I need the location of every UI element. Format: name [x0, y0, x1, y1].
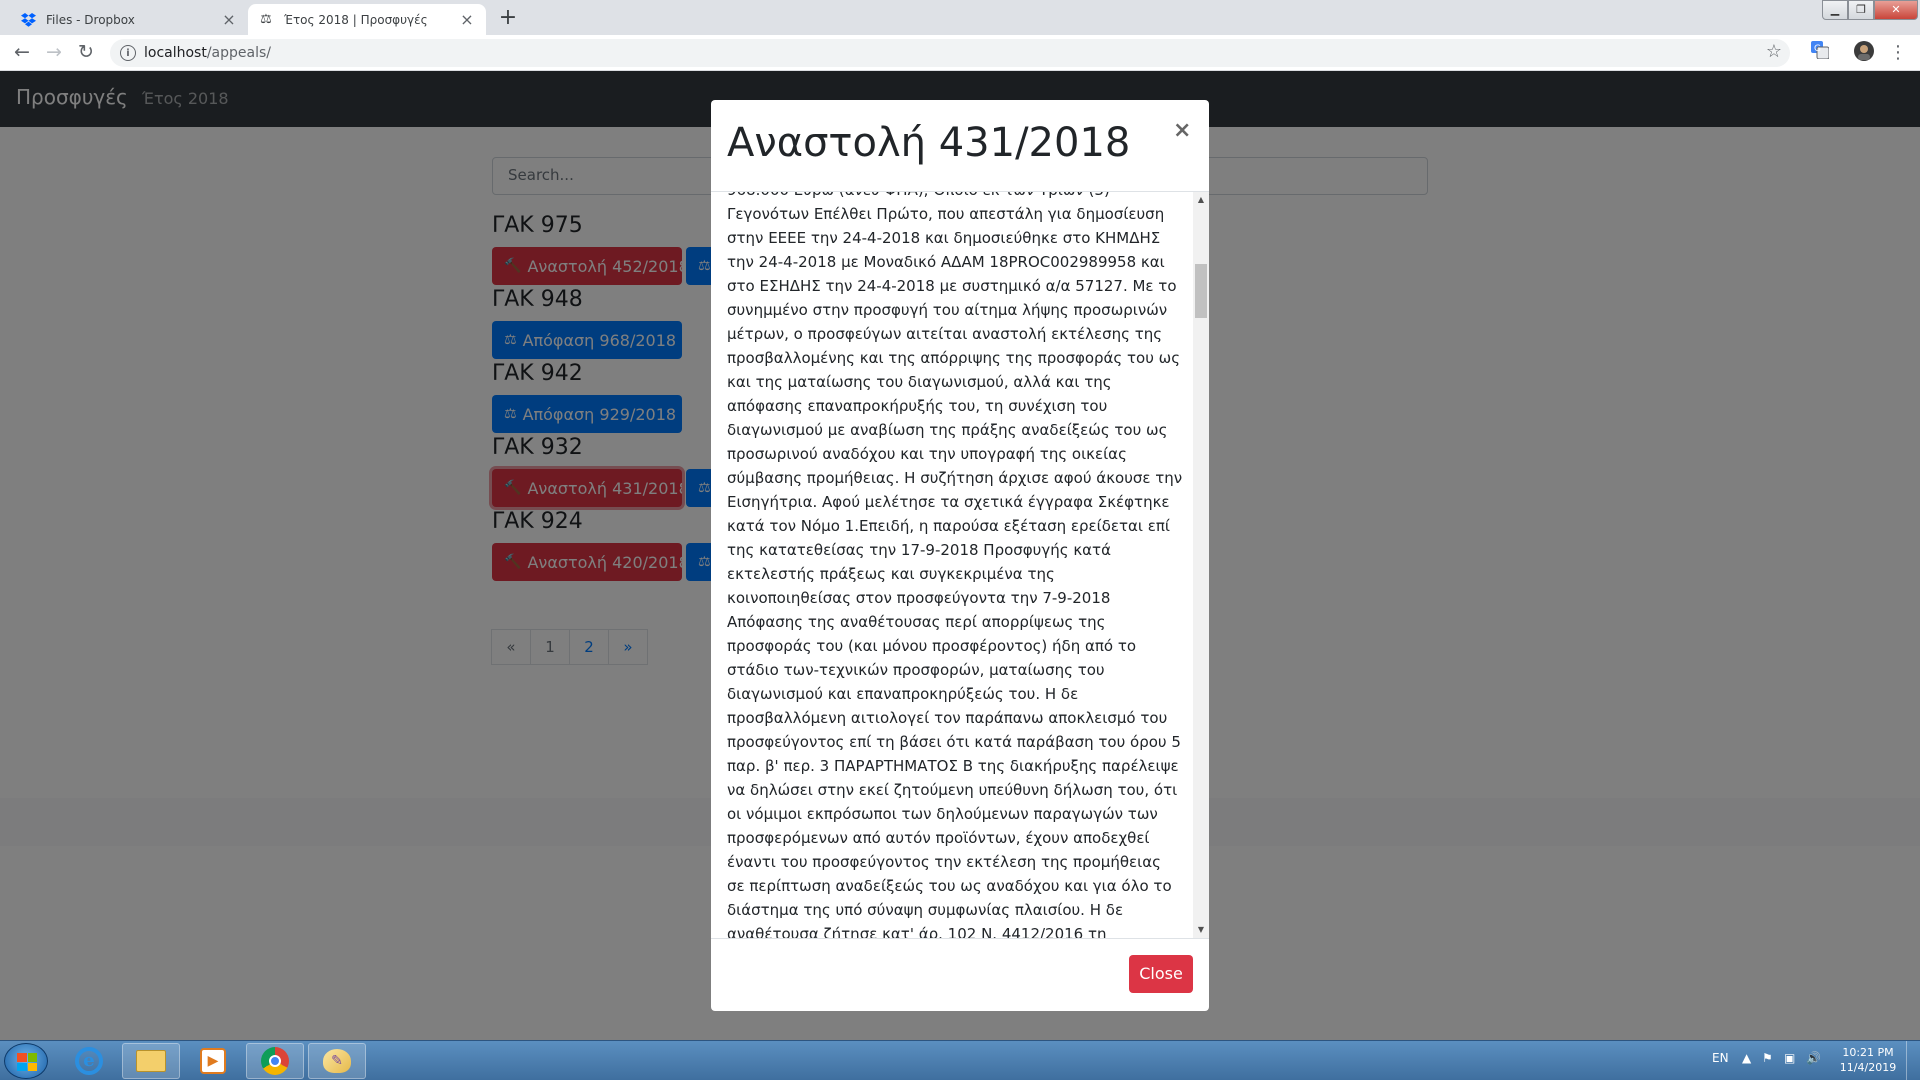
browser-toolbar: ← → ↻ i localhost/appeals/ ☆ G ⋮	[0, 35, 1920, 71]
page: Προσφυγές Έτος 2018 Search... ΓΑΚ 975 🔨Α…	[0, 71, 1920, 1040]
tab-title: Έτος 2018 | Προσφυγές	[284, 12, 428, 27]
close-button[interactable]: Close	[1129, 955, 1193, 993]
window-close-button[interactable]: ✕	[1874, 0, 1918, 20]
modal-close-icon[interactable]: ×	[1173, 118, 1191, 143]
clock-time: 10:21 PM	[1842, 1046, 1894, 1059]
clock-date: 11/4/2019	[1839, 1061, 1897, 1074]
start-button[interactable]	[4, 1043, 48, 1079]
windows-logo-icon	[17, 1053, 37, 1071]
menu-kebab-icon[interactable]: ⋮	[1886, 41, 1910, 65]
tray-expand-icon[interactable]: ▲	[1742, 1051, 1751, 1065]
tab-close-icon[interactable]: ×	[220, 10, 238, 29]
minimize-button[interactable]: ▁	[1822, 0, 1848, 20]
browser-tab-strip: Files - Dropbox × ⚖ Έτος 2018 | Προσφυγέ…	[0, 0, 1920, 35]
windows-taskbar: e ▶ ✎ EN ▲ ⚑ ▣ 🔊 10:21 PM 11/4/2019	[0, 1040, 1920, 1080]
chrome-icon[interactable]	[246, 1043, 304, 1079]
back-button[interactable]: ←	[10, 41, 34, 65]
svg-text:G: G	[1814, 44, 1821, 54]
decision-modal: Αναστολή 431/2018 × 968.000 Ευρώ (άνευ Φ…	[711, 100, 1209, 1011]
paint-icon[interactable]: ✎	[308, 1043, 366, 1079]
decision-text: 968.000 Ευρώ (άνευ ΦΠΑ), Όποιο εκ των Τρ…	[727, 192, 1183, 938]
network-icon[interactable]: ▣	[1784, 1051, 1795, 1065]
file-explorer-icon[interactable]	[122, 1043, 180, 1079]
modal-title: Αναστολή 431/2018	[727, 120, 1131, 166]
media-player-icon[interactable]: ▶	[184, 1043, 242, 1079]
maximize-button[interactable]: ❐	[1848, 0, 1874, 20]
tab-appeals[interactable]: ⚖ Έτος 2018 | Προσφυγές ×	[248, 4, 486, 35]
address-bar[interactable]: i localhost/appeals/ ☆	[110, 39, 1790, 67]
show-desktop-button[interactable]	[1906, 1041, 1920, 1080]
reload-button[interactable]: ↻	[74, 41, 98, 65]
internet-explorer-icon[interactable]: e	[60, 1043, 118, 1079]
modal-footer: Close	[711, 938, 1209, 1011]
url-path: /appeals/	[206, 45, 272, 61]
volume-icon[interactable]: 🔊	[1806, 1051, 1821, 1065]
scales-icon: ⚖	[260, 12, 272, 27]
scroll-thumb[interactable]	[1195, 264, 1207, 318]
language-indicator[interactable]: EN	[1712, 1051, 1729, 1065]
bookmark-star-icon[interactable]: ☆	[1766, 41, 1782, 62]
action-center-flag-icon[interactable]: ⚑	[1762, 1051, 1773, 1065]
modal-scrollbar[interactable]: ▲ ▼	[1193, 192, 1209, 938]
dropbox-icon	[20, 12, 36, 28]
new-tab-button[interactable]: +	[494, 6, 522, 32]
scroll-down-arrow-icon[interactable]: ▼	[1193, 922, 1209, 938]
scroll-up-arrow-icon[interactable]: ▲	[1193, 192, 1209, 208]
forward-button[interactable]: →	[42, 41, 66, 65]
info-icon[interactable]: i	[120, 45, 136, 61]
modal-body[interactable]: 968.000 Ευρώ (άνευ ΦΠΑ), Όποιο εκ των Τρ…	[711, 192, 1209, 938]
tab-dropbox[interactable]: Files - Dropbox ×	[10, 4, 248, 35]
system-clock[interactable]: 10:21 PM 11/4/2019	[1828, 1045, 1908, 1075]
url-host: localhost	[144, 45, 207, 61]
profile-avatar[interactable]	[1852, 41, 1876, 65]
translate-icon[interactable]: G	[1808, 41, 1832, 65]
tab-title: Files - Dropbox	[46, 12, 135, 27]
modal-header: Αναστολή 431/2018 ×	[711, 100, 1209, 192]
tab-close-icon[interactable]: ×	[458, 10, 476, 29]
